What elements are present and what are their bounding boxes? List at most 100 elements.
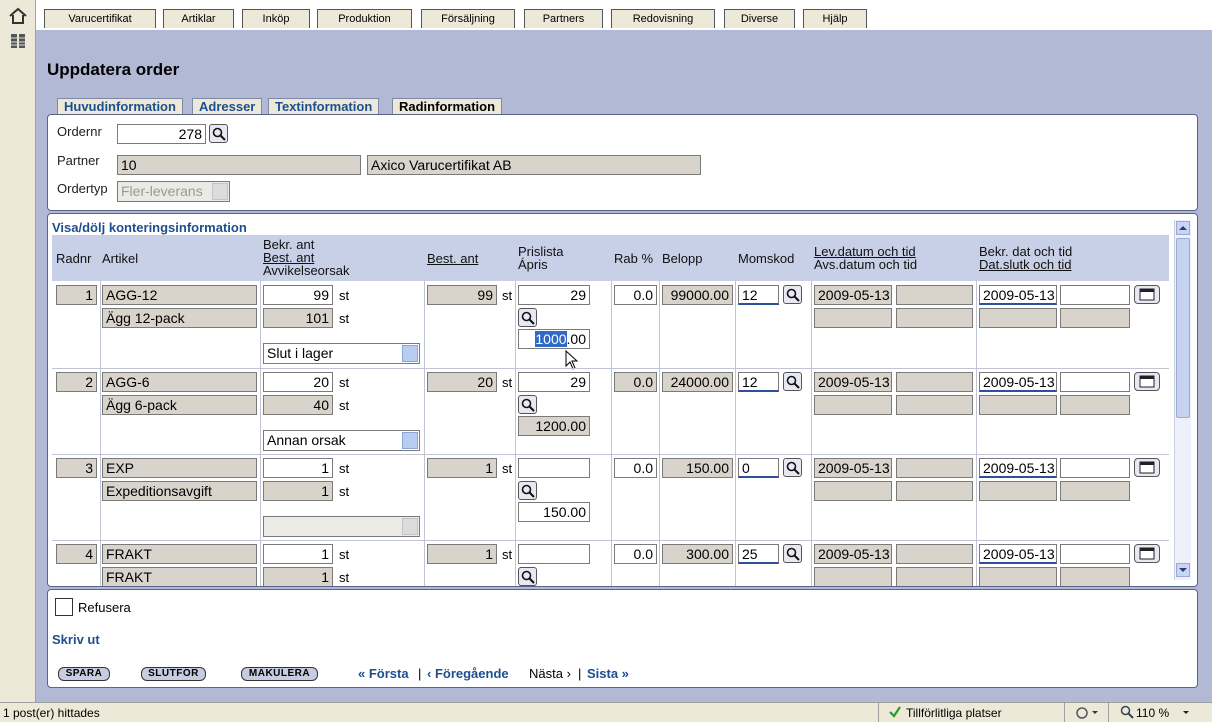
ordernr-field[interactable]: 278 — [117, 124, 206, 144]
rabatt-field[interactable]: 0.0 — [614, 458, 657, 478]
artikel-field[interactable]: AGG-6 — [102, 372, 257, 392]
prislista-search-icon[interactable] — [518, 395, 537, 414]
bekr-ant-field[interactable]: 1 — [263, 544, 333, 564]
bekrdat-field[interactable]: 2009-05-13 — [979, 285, 1057, 305]
chevron-down-icon — [402, 518, 418, 535]
datslutk-field — [979, 567, 1057, 586]
menu-partners[interactable]: Partners — [524, 9, 603, 28]
menu-inkop[interactable]: Inköp — [242, 9, 310, 28]
home-icon[interactable] — [8, 6, 28, 26]
menu-diverse[interactable]: Diverse — [724, 9, 795, 28]
menu-varucertifikat[interactable]: Varucertifikat — [44, 9, 156, 28]
unit-label: st — [339, 461, 350, 476]
prislista-search-icon[interactable] — [518, 308, 537, 327]
calendar-icon[interactable] — [1134, 458, 1160, 477]
scroll-up-icon[interactable] — [1176, 221, 1190, 235]
checkmark-icon — [888, 705, 902, 722]
momskod-field[interactable]: 12 — [738, 285, 779, 305]
nav-separator: | — [578, 666, 582, 681]
apris-field[interactable]: 150.00 — [518, 502, 590, 522]
avvikelseorsak-select[interactable]: Annan orsak — [263, 430, 420, 451]
prislista-field[interactable]: 29 — [518, 372, 590, 392]
avstid-field — [896, 481, 973, 501]
bekrdat-field[interactable]: 2009-05-13 — [979, 544, 1057, 564]
momskod-search-icon[interactable] — [783, 285, 802, 304]
datslutk-field — [979, 308, 1057, 328]
calendar-icon[interactable] — [1134, 372, 1160, 391]
avvikelseorsak-select[interactable]: Slut i lager — [263, 343, 420, 364]
toggle-kontering-link[interactable]: Visa/dölj konteringsinformation — [52, 220, 247, 235]
ordernr-search-icon[interactable] — [209, 124, 228, 143]
makulera-button[interactable]: MAKULERA — [241, 667, 318, 681]
spara-button[interactable]: SPARA — [58, 667, 110, 681]
status-text: 1 post(er) hittades — [3, 706, 100, 720]
menu-produktion[interactable]: Produktion — [317, 9, 412, 28]
artikel-field[interactable]: EXP — [102, 458, 257, 478]
menu-forsaljning[interactable]: Försäljning — [421, 9, 515, 28]
rabatt-field[interactable]: 0.0 — [614, 285, 657, 305]
scroll-thumb[interactable] — [1176, 238, 1190, 418]
skriv-ut-link[interactable]: Skriv ut — [52, 632, 100, 647]
artikel-beskrivning: Ägg 12-pack — [102, 308, 257, 328]
levdatum-field: 2009-05-13 — [814, 372, 892, 392]
radnr-field: 3 — [56, 458, 97, 478]
calendar-icon[interactable] — [1134, 544, 1160, 563]
artikel-beskrivning: Expeditionsavgift — [102, 481, 257, 501]
momskod-field[interactable]: 12 — [738, 372, 779, 392]
bekr-ant-field[interactable]: 1 — [263, 458, 333, 478]
prislista-field[interactable] — [518, 544, 590, 564]
protected-mode-icon[interactable] — [1076, 706, 1098, 722]
tab-textinformation[interactable]: Textinformation — [268, 98, 380, 115]
col-momskod: Momskod — [738, 251, 795, 266]
prislista-search-icon[interactable] — [518, 481, 537, 500]
zoom-level[interactable]: 110 % — [1136, 706, 1169, 720]
menu-artiklar[interactable]: Artiklar — [163, 9, 234, 28]
radnr-field: 1 — [56, 285, 97, 305]
bekrdat-field[interactable]: 2009-05-13 — [979, 458, 1057, 478]
momskod-search-icon[interactable] — [783, 458, 802, 477]
menu-redovisning[interactable]: Redovisning — [611, 9, 715, 28]
unit-label: st — [339, 570, 350, 585]
orsak-value: Annan orsak — [267, 432, 346, 448]
bekrtid-field[interactable] — [1060, 458, 1130, 478]
menu-hjalp[interactable]: Hjälp — [803, 9, 867, 28]
prislista-field[interactable]: 29 — [518, 285, 590, 305]
tab-huvudinformation[interactable]: Huvudinformation — [57, 98, 183, 115]
avsdatum-field — [814, 395, 892, 415]
apris-field: 1200.00 — [518, 416, 590, 436]
prislista-search-icon[interactable] — [518, 567, 537, 586]
sista-link[interactable]: Sista » — [587, 666, 629, 681]
slutfor-button[interactable]: SLUTFÖR — [141, 667, 206, 681]
bekr-ant-field[interactable]: 20 — [263, 372, 333, 392]
orsak-value: Slut i lager — [267, 345, 334, 361]
bekrtid-field[interactable] — [1060, 372, 1130, 392]
bekrdat-field[interactable]: 2009-05-13 — [979, 372, 1057, 392]
status-bar: 1 post(er) hittades Tillförlitliga plats… — [0, 702, 1212, 722]
scroll-down-icon[interactable] — [1176, 563, 1190, 577]
foregaende-link[interactable]: ‹ Föregående — [427, 666, 509, 681]
rabatt-field[interactable]: 0.0 — [614, 544, 657, 564]
list-icon[interactable] — [8, 31, 28, 51]
apris-field[interactable]: 1000.00 — [518, 329, 590, 349]
tab-radinformation[interactable]: Radinformation — [392, 98, 503, 115]
momskod-search-icon[interactable] — [783, 544, 802, 563]
zoom-icon[interactable] — [1120, 705, 1134, 722]
bekrtid-field[interactable] — [1060, 544, 1130, 564]
forsta-link[interactable]: « Första — [358, 666, 409, 681]
bekrtid-field[interactable] — [1060, 285, 1130, 305]
prislista-field[interactable] — [518, 458, 590, 478]
calendar-icon[interactable] — [1134, 285, 1160, 304]
zoom-chevron-down-icon[interactable] — [1181, 706, 1191, 721]
ordertyp-value: Fler-leverans — [121, 183, 203, 199]
momskod-field[interactable]: 0 — [738, 458, 779, 478]
belopp-field: 24000.00 — [662, 372, 733, 392]
artikel-field[interactable]: FRAKT — [102, 544, 257, 564]
tab-adresser[interactable]: Adresser — [192, 98, 263, 115]
refusera-checkbox[interactable] — [55, 598, 73, 616]
momskod-field[interactable]: 25 — [738, 544, 779, 564]
artikel-field[interactable]: AGG-12 — [102, 285, 257, 305]
apris-selection: 1000 — [535, 331, 567, 347]
rows-scrollbar[interactable] — [1174, 220, 1191, 580]
bekr-ant-field[interactable]: 99 — [263, 285, 333, 305]
momskod-search-icon[interactable] — [783, 372, 802, 391]
